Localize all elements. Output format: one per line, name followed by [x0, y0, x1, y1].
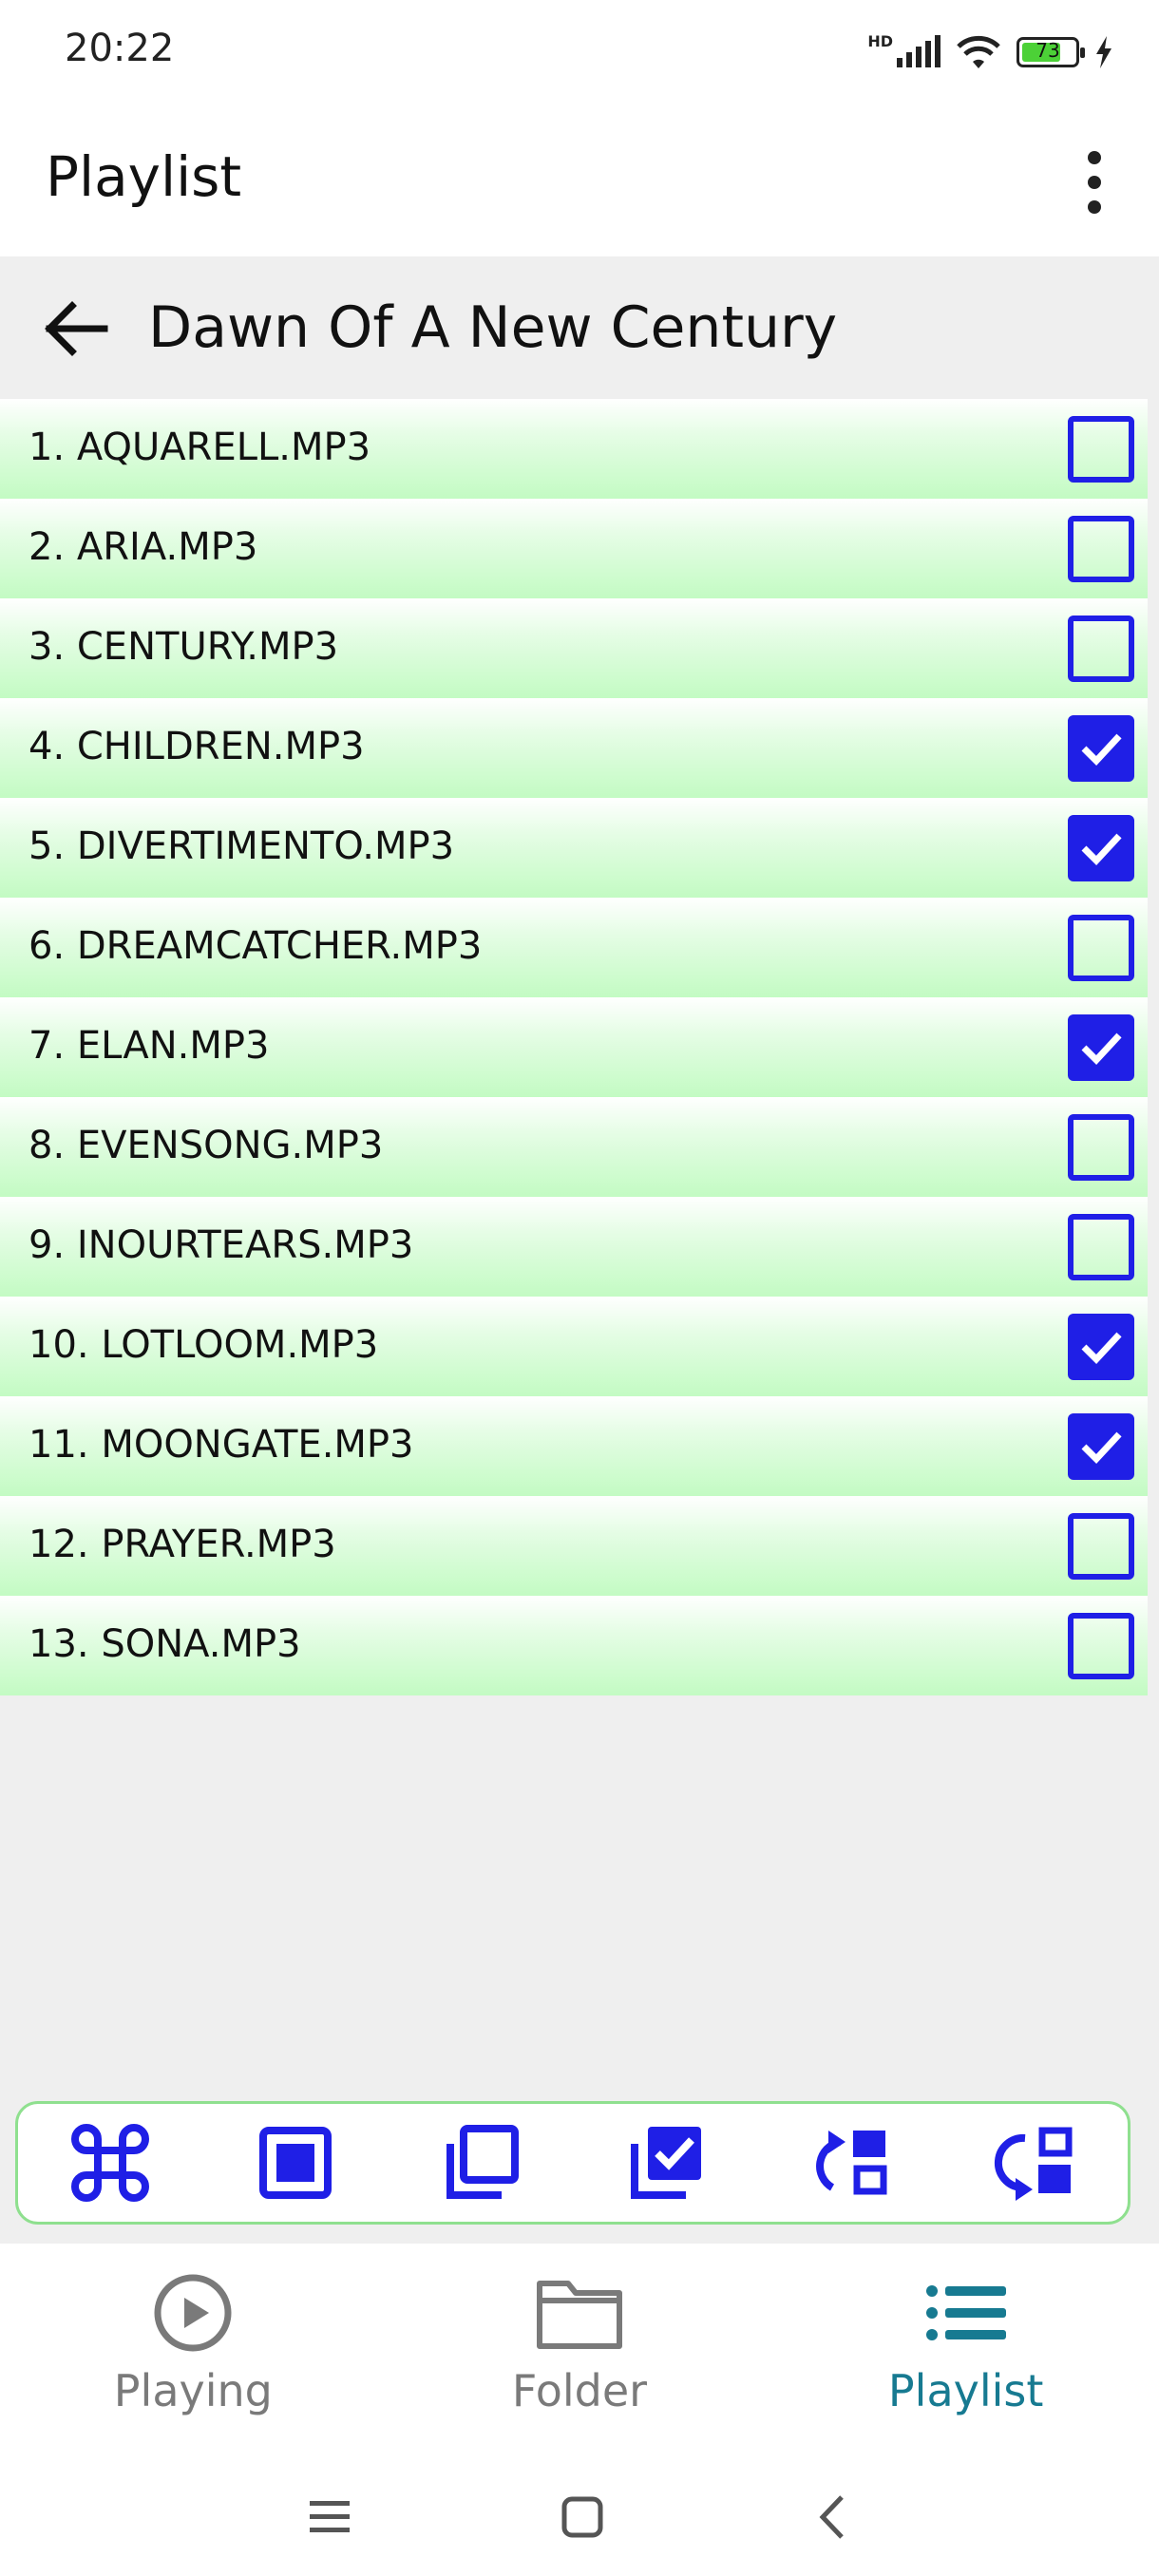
track-label: 12. PRAYER.MP3 — [28, 1523, 336, 1566]
checked-copy-icon — [631, 2127, 702, 2199]
home-square-icon — [561, 2496, 603, 2538]
track-row[interactable]: 3. CENTURY.MP3 — [0, 598, 1148, 698]
playlist-header: Dawn Of A New Century — [0, 256, 1159, 399]
move-up-button[interactable] — [990, 2117, 1081, 2208]
nav-item-playing[interactable]: Playing — [0, 2244, 387, 2462]
track-row[interactable]: 13. SONA.MP3 — [0, 1596, 1148, 1695]
select-all-button[interactable] — [65, 2117, 156, 2208]
stop-button[interactable] — [250, 2117, 341, 2208]
action-toolbar — [15, 2101, 1130, 2225]
track-row[interactable]: 12. PRAYER.MP3 — [0, 1496, 1148, 1596]
list-icon — [925, 2285, 1006, 2340]
nav-label-folder: Folder — [511, 2365, 648, 2416]
wifi-icon — [957, 35, 1000, 68]
track-row[interactable]: 1. AQUARELL.MP3 — [0, 399, 1148, 499]
track-row[interactable]: 6. DREAMCATCHER.MP3 — [0, 898, 1148, 997]
track-row[interactable]: 10. LOTLOOM.MP3 — [0, 1297, 1148, 1396]
signal-icon — [897, 35, 940, 67]
track-list: 1. AQUARELL.MP3 2. ARIA.MP3 3. CENTURY.MP3… — [0, 399, 1148, 1695]
track-label: 10. LOTLOOM.MP3 — [28, 1323, 379, 1367]
battery-icon: 73 — [1016, 37, 1085, 67]
track-label: 8. EVENSONG.MP3 — [28, 1124, 384, 1167]
back-button[interactable] — [38, 291, 114, 367]
track-checkbox[interactable] — [1068, 715, 1134, 782]
track-checkbox[interactable] — [1068, 915, 1134, 981]
redo-swap-icon — [816, 2131, 887, 2195]
battery-level: 73 — [1036, 39, 1060, 62]
checkmark-icon — [1081, 1332, 1122, 1365]
track-checkbox[interactable] — [1068, 1513, 1134, 1580]
track-row[interactable]: 8. EVENSONG.MP3 — [0, 1097, 1148, 1197]
stop-square-icon — [258, 2127, 332, 2199]
track-checkbox[interactable] — [1068, 516, 1134, 582]
menu-dot-icon — [1088, 151, 1101, 164]
track-label: 6. DREAMCATCHER.MP3 — [28, 924, 483, 968]
track-row[interactable]: 4. CHILDREN.MP3 — [0, 698, 1148, 798]
copy-button[interactable] — [435, 2117, 526, 2208]
move-down-button[interactable] — [805, 2117, 896, 2208]
app-bar: Playlist — [0, 103, 1159, 256]
arrow-left-icon — [45, 301, 108, 356]
track-checkbox[interactable] — [1068, 1214, 1134, 1280]
track-row[interactable]: 9. INOURTEARS.MP3 — [0, 1197, 1148, 1297]
menu-dot-icon — [1088, 200, 1101, 214]
track-label: 3. CENTURY.MP3 — [28, 625, 339, 669]
status-icons: HD 73 — [867, 28, 1113, 76]
chevron-left-icon — [819, 2495, 844, 2539]
menu-dot-icon — [1088, 176, 1101, 189]
copy-checked-button[interactable] — [619, 2117, 711, 2208]
track-checkbox[interactable] — [1068, 616, 1134, 682]
nav-label-playing: Playing — [113, 2365, 273, 2416]
system-home-button[interactable] — [560, 2495, 604, 2543]
hamburger-icon — [310, 2501, 350, 2532]
track-label: 7. ELAN.MP3 — [28, 1024, 270, 1068]
nav-item-playlist[interactable]: Playlist — [772, 2244, 1159, 2462]
bottom-navigation: Playing Folder Playlist — [0, 2244, 1159, 2462]
track-label: 2. ARIA.MP3 — [28, 525, 258, 569]
checkmark-icon — [1081, 1431, 1122, 1465]
track-checkbox[interactable] — [1068, 1114, 1134, 1181]
checkmark-icon — [1081, 733, 1122, 767]
track-row[interactable]: 5. DIVERTIMENTO.MP3 — [0, 798, 1148, 898]
playlist-name: Dawn Of A New Century — [148, 294, 838, 361]
app-title: Playlist — [46, 144, 242, 209]
track-checkbox[interactable] — [1068, 1413, 1134, 1480]
track-checkbox[interactable] — [1068, 416, 1134, 483]
status-bar: 20:22 HD 73 — [0, 0, 1159, 103]
folder-icon — [537, 2281, 622, 2349]
network-type-label: HD — [867, 31, 893, 50]
track-label: 1. AQUARELL.MP3 — [28, 426, 371, 469]
track-label: 4. CHILDREN.MP3 — [28, 725, 365, 768]
track-checkbox[interactable] — [1068, 1014, 1134, 1081]
track-row[interactable]: 7. ELAN.MP3 — [0, 997, 1148, 1097]
status-time: 20:22 — [65, 27, 175, 70]
track-row[interactable]: 11. MOONGATE.MP3 — [0, 1396, 1148, 1496]
track-checkbox[interactable] — [1068, 1613, 1134, 1679]
system-menu-button[interactable] — [308, 2497, 352, 2541]
track-label: 5. DIVERTIMENTO.MP3 — [28, 824, 455, 868]
system-navigation — [0, 2462, 1159, 2576]
track-row[interactable]: 2. ARIA.MP3 — [0, 499, 1148, 598]
undo-swap-icon — [994, 2127, 1073, 2201]
copy-icon — [446, 2125, 519, 2199]
play-circle-icon — [154, 2274, 232, 2352]
track-label: 9. INOURTEARS.MP3 — [28, 1223, 414, 1267]
track-label: 13. SONA.MP3 — [28, 1622, 301, 1666]
checkmark-icon — [1081, 1032, 1122, 1066]
nav-label-playlist: Playlist — [887, 2365, 1044, 2416]
track-checkbox[interactable] — [1068, 815, 1134, 881]
checkmark-icon — [1081, 833, 1122, 866]
track-checkbox[interactable] — [1068, 1314, 1134, 1380]
charging-icon — [1096, 36, 1112, 68]
track-label: 11. MOONGATE.MP3 — [28, 1423, 414, 1467]
nav-item-folder[interactable]: Folder — [387, 2244, 773, 2462]
overflow-menu-button[interactable] — [1068, 144, 1121, 220]
system-back-button[interactable] — [813, 2493, 851, 2545]
command-icon — [71, 2124, 150, 2202]
